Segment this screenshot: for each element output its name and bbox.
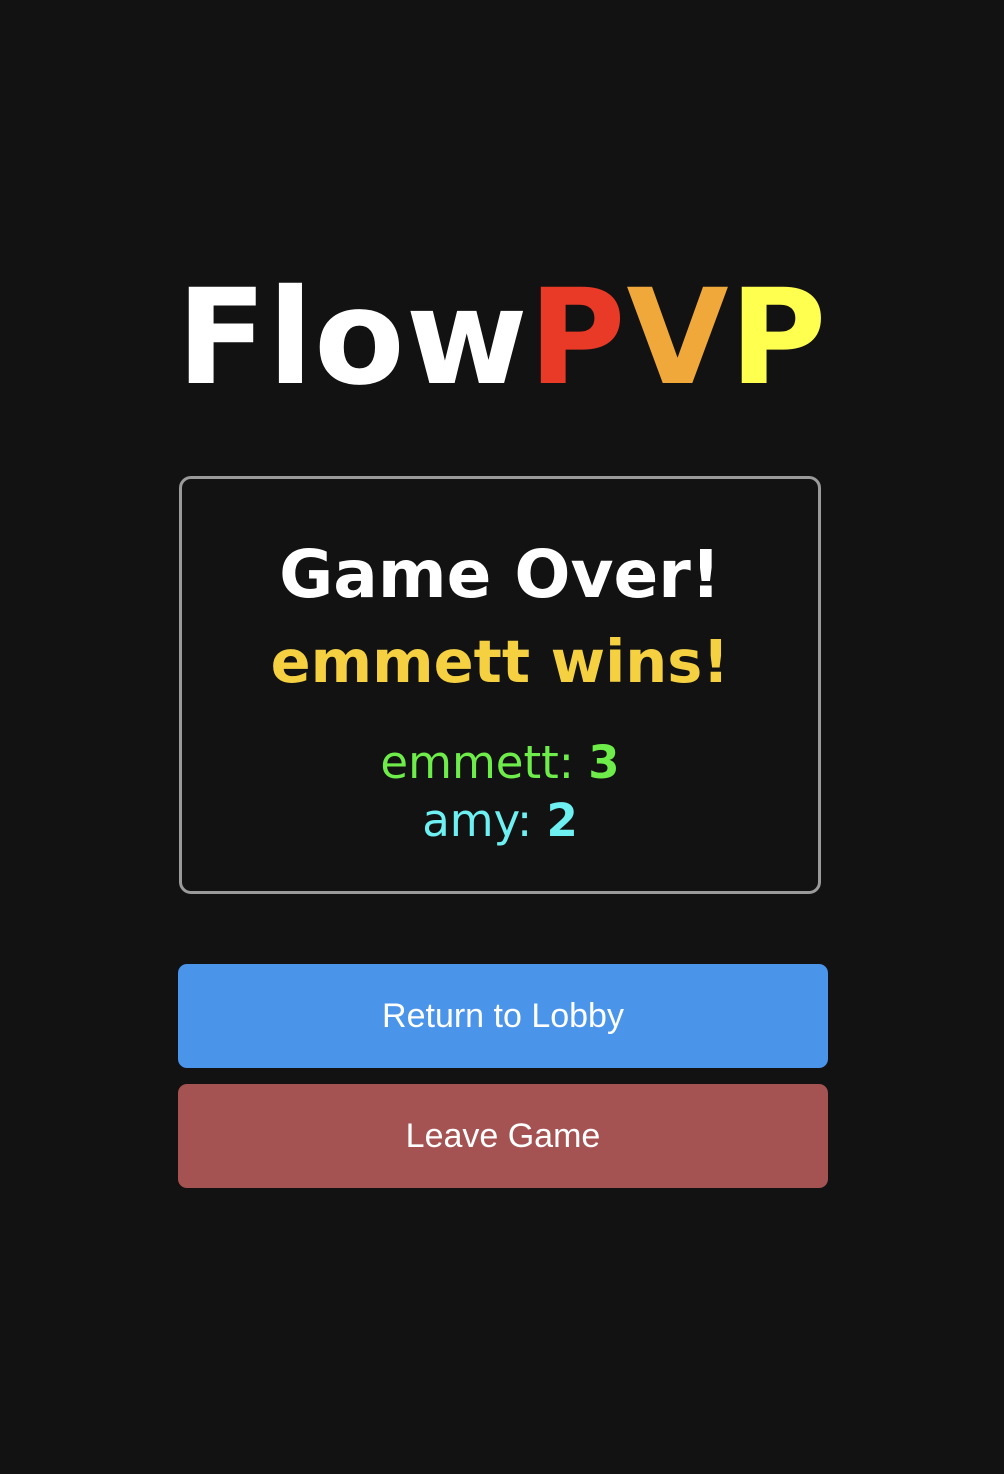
logo-letter-p-yellow: P bbox=[729, 261, 828, 415]
player-score-row: emmett: 3 bbox=[182, 735, 818, 791]
player-score-value: 3 bbox=[588, 736, 620, 789]
player-name: amy bbox=[422, 794, 517, 847]
logo-letter-p-red: P bbox=[528, 261, 627, 415]
app-logo: FlowPVP bbox=[0, 268, 1004, 408]
player-score-row: amy: 2 bbox=[182, 793, 818, 849]
winner-announcement: emmett wins! bbox=[270, 627, 730, 696]
logo-text-flow: Flow bbox=[176, 261, 529, 415]
score-separator: : bbox=[516, 794, 533, 847]
score-separator: : bbox=[558, 736, 574, 789]
leave-game-button[interactable]: Leave Game bbox=[178, 1084, 828, 1188]
player-score-value: 2 bbox=[546, 794, 578, 847]
game-result-card: Game Over! emmett wins! emmett: 3 amy: 2 bbox=[179, 476, 821, 894]
game-over-title: Game Over! bbox=[279, 536, 721, 613]
logo-letter-v-orange: V bbox=[626, 261, 730, 415]
player-name: emmett bbox=[380, 736, 559, 789]
return-to-lobby-button[interactable]: Return to Lobby bbox=[178, 964, 828, 1068]
